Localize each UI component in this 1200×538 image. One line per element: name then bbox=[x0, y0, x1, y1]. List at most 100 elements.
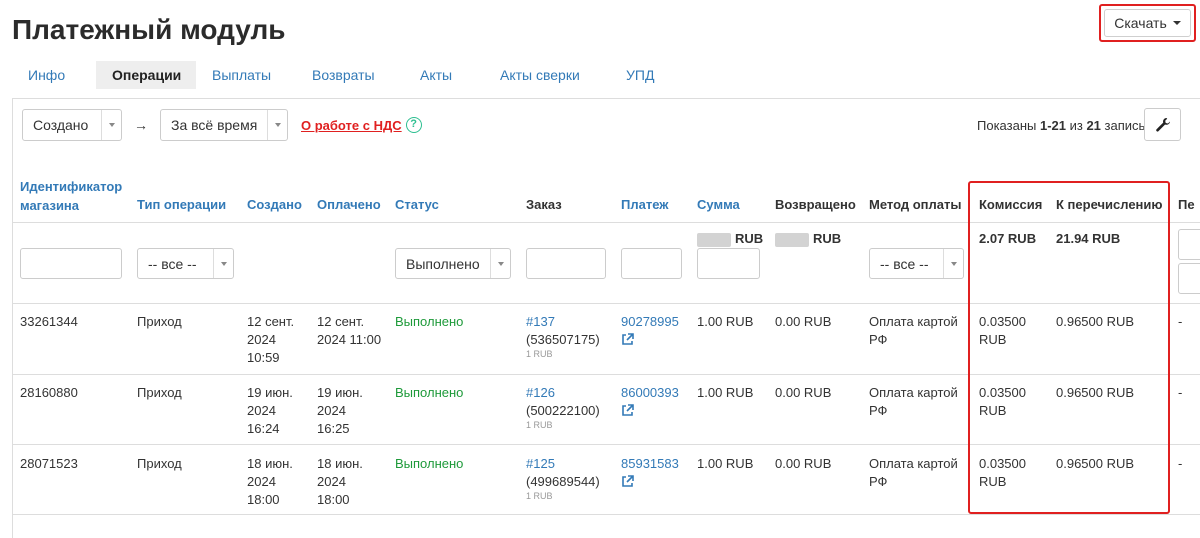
col-amount[interactable]: Сумма bbox=[697, 195, 740, 214]
method-filter-value: -- все -- bbox=[880, 255, 929, 272]
created-line: 2024 bbox=[247, 403, 276, 418]
row-2-method: Оплата картой РФ bbox=[869, 384, 958, 420]
row-3-status: Выполнено bbox=[395, 456, 464, 471]
col-payment[interactable]: Платеж bbox=[621, 195, 668, 214]
payment-filter-input[interactable] bbox=[621, 248, 682, 279]
row-2-created: 19 июн. 2024 16:24 bbox=[247, 384, 311, 438]
external-link-icon[interactable] bbox=[621, 333, 634, 346]
method-line: РФ bbox=[869, 332, 888, 347]
paid-line: 18 июн. bbox=[317, 456, 363, 471]
tab-reconciliation[interactable]: Акты сверки bbox=[484, 61, 610, 89]
row-2-op-type: Приход bbox=[137, 385, 182, 400]
col-paid[interactable]: Оплачено bbox=[317, 195, 381, 214]
row-2-payment: 86000393 bbox=[621, 384, 679, 417]
page-title: Платежный модуль bbox=[12, 14, 286, 45]
row-3-extra: - bbox=[1178, 456, 1183, 471]
row-3-created: 18 июн. 2024 18:00 bbox=[247, 455, 311, 509]
blurred-refunded bbox=[775, 232, 809, 247]
order-filter-input[interactable] bbox=[526, 248, 606, 279]
payment-link[interactable]: 85931583 bbox=[621, 456, 679, 471]
col-order: Заказ bbox=[526, 197, 562, 212]
extra-filter-input-1[interactable] bbox=[1178, 229, 1200, 260]
tabs: Инфо Операции Выплаты Возвраты Акты Акты… bbox=[12, 61, 680, 89]
row-2-order: #126 (500222100) 1 RUB bbox=[526, 384, 600, 431]
paid-line: 16:25 bbox=[317, 421, 350, 436]
amount-total: RUB bbox=[697, 230, 763, 248]
payment-link[interactable]: 86000393 bbox=[621, 385, 679, 400]
table-settings-button[interactable] bbox=[1144, 108, 1181, 141]
amount-total-currency: RUB bbox=[735, 231, 764, 246]
order-link[interactable]: #126 bbox=[526, 385, 555, 400]
chevron-down-icon bbox=[490, 249, 510, 278]
row-1-refunded: 0.00 RUB bbox=[775, 314, 832, 329]
tab-info[interactable]: Инфо bbox=[12, 61, 96, 89]
row-1-status: Выполнено bbox=[395, 314, 464, 329]
shop-id-filter-input[interactable] bbox=[20, 248, 122, 279]
download-button[interactable]: Скачать bbox=[1104, 9, 1191, 37]
tab-refunds[interactable]: Возвраты bbox=[296, 61, 404, 89]
amount-filter-input[interactable] bbox=[697, 248, 760, 279]
help-circle-icon[interactable]: ? bbox=[405, 117, 422, 133]
op-type-filter-select[interactable]: -- все -- bbox=[137, 248, 234, 279]
date-field-select[interactable]: Создано bbox=[22, 109, 122, 141]
row-3-payment: 85931583 bbox=[621, 455, 679, 488]
tab-payouts[interactable]: Выплаты bbox=[196, 61, 296, 89]
download-label: Скачать bbox=[1114, 15, 1167, 31]
caret-down-icon bbox=[1172, 21, 1181, 25]
row-3-shop-id: 28071523 bbox=[20, 456, 78, 471]
col-status[interactable]: Статус bbox=[395, 195, 439, 214]
payment-link[interactable]: 90278995 bbox=[621, 314, 679, 329]
row-1-amount: 1.00 RUB bbox=[697, 314, 754, 329]
paid-line: 19 июн. bbox=[317, 385, 363, 400]
col-refunded: Возвращено bbox=[775, 197, 856, 212]
created-line: 2024 bbox=[247, 474, 276, 489]
row-3-paid: 18 июн. 2024 18:00 bbox=[317, 455, 389, 509]
tab-upd[interactable]: УПД bbox=[610, 61, 680, 89]
download-highlight: Скачать bbox=[1099, 4, 1196, 42]
chevron-down-icon bbox=[101, 110, 121, 140]
paid-line: 18:00 bbox=[317, 492, 350, 507]
method-filter-select[interactable]: -- все -- bbox=[869, 248, 964, 279]
order-link[interactable]: #125 bbox=[526, 456, 555, 471]
method-line: Оплата картой bbox=[869, 314, 958, 329]
row-2-status: Выполнено bbox=[395, 385, 464, 400]
tab-acts[interactable]: Акты bbox=[404, 61, 484, 89]
paid-line: 2024 11:00 bbox=[317, 332, 382, 347]
row-2-extra: - bbox=[1178, 385, 1183, 400]
tab-operations[interactable]: Операции bbox=[96, 61, 196, 89]
vat-info-link[interactable]: О работе с НДС bbox=[301, 118, 402, 133]
created-line: 16:24 bbox=[247, 421, 280, 436]
period-select[interactable]: За всё время bbox=[160, 109, 288, 141]
created-line: 2024 bbox=[247, 332, 276, 347]
col-method: Метод оплаты bbox=[869, 197, 962, 212]
order-amount: 1 RUB bbox=[526, 491, 553, 501]
order-sub: (500222100) bbox=[526, 403, 600, 418]
row-1-created: 12 сент. 2024 10:59 bbox=[247, 313, 311, 367]
status-filter-select[interactable]: Выполнено bbox=[395, 248, 511, 279]
chevron-down-icon bbox=[267, 110, 287, 140]
order-amount: 1 RUB bbox=[526, 349, 553, 359]
summary-prefix: Показаны bbox=[977, 118, 1040, 133]
paid-line: 2024 bbox=[317, 474, 346, 489]
method-line: РФ bbox=[869, 403, 888, 418]
row-2-refunded: 0.00 RUB bbox=[775, 385, 832, 400]
col-created[interactable]: Создано bbox=[247, 195, 302, 214]
col-op-type[interactable]: Тип операции bbox=[137, 195, 226, 214]
order-link[interactable]: #137 bbox=[526, 314, 555, 329]
method-line: Оплата картой bbox=[869, 385, 958, 400]
row-1-extra: - bbox=[1178, 314, 1183, 329]
summary-suffix: запись. bbox=[1100, 118, 1149, 133]
created-line: 10:59 bbox=[247, 350, 280, 365]
paid-line: 12 сент. bbox=[317, 314, 365, 329]
order-sub: (536507175) bbox=[526, 332, 600, 347]
records-summary: Показаны 1-21 из 21 запись. bbox=[977, 118, 1149, 133]
created-line: 19 июн. bbox=[247, 385, 293, 400]
period-value: За всё время bbox=[171, 117, 258, 133]
external-link-icon[interactable] bbox=[621, 404, 634, 417]
col-extra: Пе bbox=[1178, 197, 1195, 212]
external-link-icon[interactable] bbox=[621, 475, 634, 488]
extra-filter-input-2[interactable] bbox=[1178, 263, 1200, 294]
col-shop-id[interactable]: Идентификатор магазина bbox=[20, 177, 130, 215]
row-3-method: Оплата картой РФ bbox=[869, 455, 958, 491]
date-field-value: Создано bbox=[33, 117, 89, 133]
